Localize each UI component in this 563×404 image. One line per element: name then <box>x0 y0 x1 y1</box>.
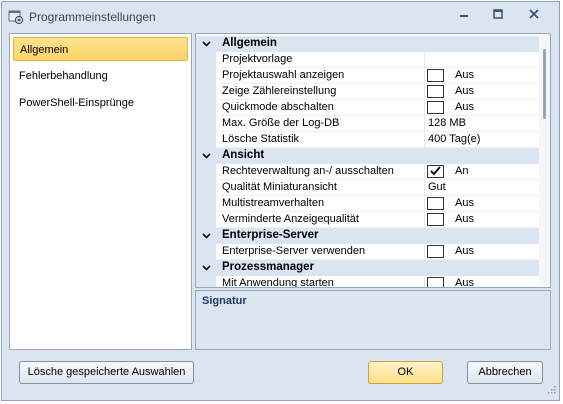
settings-window: Programmeinstellungen Allgemein Fehlerbe… <box>1 1 560 401</box>
property-checkbox[interactable] <box>427 69 444 82</box>
property-name: Qualität Miniaturansicht <box>222 181 337 193</box>
collapse-chevron-icon[interactable] <box>202 39 211 51</box>
description-panel: Signatur <box>195 290 551 350</box>
property-row[interactable]: Verminderte Anzeigequalität Aus <box>196 212 540 228</box>
description-title: Signatur <box>202 295 247 307</box>
property-checkbox[interactable] <box>427 277 444 287</box>
property-checkbox[interactable] <box>427 245 444 258</box>
category-label: Prozessmanager <box>222 261 315 273</box>
property-name: Verminderte Anzeigequalität <box>222 213 359 225</box>
category-label: Ansicht <box>222 149 265 161</box>
property-name: Projektauswahl anzeigen <box>222 69 345 81</box>
checkbox-value: Aus <box>455 245 474 257</box>
clear-selections-button[interactable]: Lösche gespeicherte Auswahlen <box>19 361 194 384</box>
property-row[interactable]: Lösche Statistik 400 Tag(e) <box>196 132 540 148</box>
category-ansicht[interactable]: Ansicht <box>196 148 540 164</box>
nav-item-label: Allgemein <box>20 44 69 56</box>
collapse-chevron-icon[interactable] <box>202 151 211 163</box>
property-row[interactable]: Enterprise-Server verwenden Aus <box>196 244 540 260</box>
property-checkbox[interactable] <box>427 213 444 226</box>
checkbox-value: Aus <box>455 85 474 97</box>
property-row[interactable]: Qualität Miniaturansicht Gut <box>196 180 540 196</box>
property-row[interactable]: Rechteverwaltung an-/ ausschalten An <box>196 164 540 180</box>
ok-button[interactable]: OK <box>368 361 443 384</box>
property-grid: Allgemein Projektvorlage Projektauswahl … <box>195 33 551 288</box>
nav-item-label: PowerShell-Einsprünge <box>19 97 134 109</box>
property-row[interactable]: Quickmode abschalten Aus <box>196 100 540 116</box>
category-label: Allgemein <box>222 37 277 49</box>
nav-item-powershell[interactable]: PowerShell-Einsprünge <box>13 91 188 115</box>
vertical-scrollbar[interactable] <box>539 34 550 287</box>
property-checkbox[interactable] <box>427 165 444 178</box>
property-name: Projektvorlage <box>222 53 293 65</box>
checkbox-value: Aus <box>455 197 474 209</box>
settings-nav: Allgemein Fehlerbehandlung PowerShell-Ei… <box>9 33 192 350</box>
nav-item-allgemein[interactable]: Allgemein <box>13 37 188 61</box>
window-title: Programmeinstellungen <box>29 10 156 24</box>
collapse-chevron-icon[interactable] <box>202 231 211 243</box>
maximize-button[interactable] <box>487 9 509 25</box>
property-name: Lösche Statistik <box>222 133 300 145</box>
settings-gear-icon <box>8 9 24 25</box>
category-allgemein[interactable]: Allgemein <box>196 36 540 52</box>
category-enterprise-server[interactable]: Enterprise-Server <box>196 228 540 244</box>
property-name: Multistreamverhalten <box>222 197 325 209</box>
property-name: Quickmode abschalten <box>222 101 334 113</box>
checkbox-value: Aus <box>455 277 474 288</box>
checkbox-value: Aus <box>455 213 474 225</box>
property-checkbox[interactable] <box>427 85 444 98</box>
property-row[interactable]: Mit Anwendung starten Aus <box>196 276 540 288</box>
category-label: Enterprise-Server <box>222 229 319 241</box>
checkbox-value: Aus <box>455 69 474 81</box>
nav-item-fehlerbehandlung[interactable]: Fehlerbehandlung <box>13 64 188 88</box>
checkmark-icon <box>430 166 441 176</box>
property-row[interactable]: Projektauswahl anzeigen Aus <box>196 68 540 84</box>
property-value[interactable]: 400 Tag(e) <box>428 133 480 145</box>
title-bar[interactable]: Programmeinstellungen <box>2 2 559 32</box>
collapse-chevron-icon[interactable] <box>202 263 211 275</box>
property-value[interactable]: 128 MB <box>428 117 466 129</box>
property-value[interactable]: Gut <box>428 181 446 193</box>
property-name: Rechteverwaltung an-/ ausschalten <box>222 165 394 177</box>
checkbox-value: An <box>455 165 469 177</box>
property-name: Zeige Zählereinstellung <box>222 85 337 97</box>
property-name: Mit Anwendung starten <box>222 277 334 288</box>
checkbox-value: Aus <box>455 101 474 113</box>
property-name: Enterprise-Server verwenden <box>222 245 366 257</box>
property-name: Max. Größe der Log-DB <box>222 117 340 129</box>
nav-item-label: Fehlerbehandlung <box>19 70 108 82</box>
cancel-button[interactable]: Abbrechen <box>467 361 543 384</box>
property-checkbox[interactable] <box>427 101 444 114</box>
property-row[interactable]: Multistreamverhalten Aus <box>196 196 540 212</box>
scrollbar-thumb[interactable] <box>543 49 546 119</box>
close-button[interactable] <box>523 9 545 25</box>
property-row[interactable]: Zeige Zählereinstellung Aus <box>196 84 540 100</box>
property-row[interactable]: Projektvorlage <box>196 52 540 68</box>
resize-grip-icon[interactable] <box>547 385 556 397</box>
minimize-button[interactable] <box>453 9 475 25</box>
category-prozessmanager[interactable]: Prozessmanager <box>196 260 540 276</box>
property-row[interactable]: Max. Größe der Log-DB 128 MB <box>196 116 540 132</box>
property-checkbox[interactable] <box>427 197 444 210</box>
